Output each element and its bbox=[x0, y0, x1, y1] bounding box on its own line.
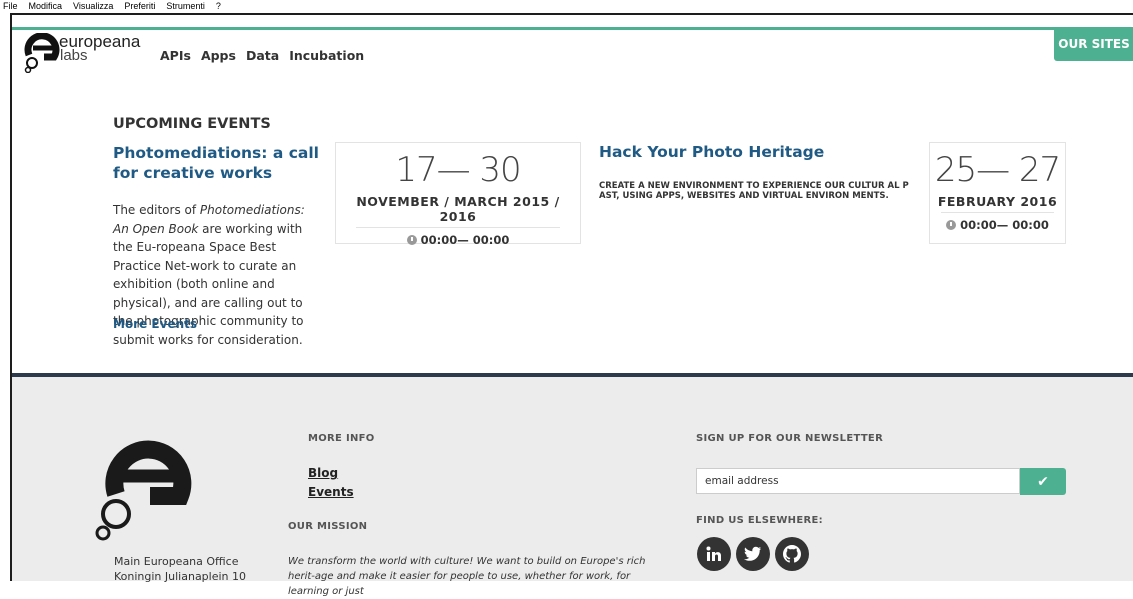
main-nav: APIs Apps Data Incubation bbox=[160, 48, 364, 63]
event1-title[interactable]: Photomediations: a call for creative wor… bbox=[113, 143, 328, 183]
event2-date-range: 25— 27 bbox=[934, 150, 1061, 190]
newsletter-heading: SIGN UP FOR OUR NEWSLETTER bbox=[696, 433, 884, 444]
office-line1: Main Europeana Office bbox=[114, 555, 239, 568]
mission-text: We transform the world with culture! We … bbox=[288, 556, 646, 597]
mission-heading: OUR MISSION bbox=[288, 521, 368, 532]
site-header: europeana labs APIs Apps Data Incubation… bbox=[12, 27, 1133, 80]
linkedin-icon[interactable] bbox=[697, 537, 731, 571]
browser-menubar: File Modifica Visualizza Preferiti Strum… bbox=[0, 0, 1133, 13]
event2-description: CREATE A NEW ENVIRONMENT TO EXPERIENCE O… bbox=[599, 181, 909, 201]
event1-months: NOVEMBER / MARCH 2015 / 2016 bbox=[356, 194, 560, 224]
event2-title[interactable]: Hack Your Photo Heritage bbox=[599, 143, 824, 161]
nav-apis[interactable]: APIs bbox=[160, 48, 191, 63]
date-divider bbox=[940, 212, 1055, 213]
event2-months: FEBRUARY 2016 bbox=[937, 194, 1058, 209]
date-divider bbox=[355, 227, 561, 228]
nav-apps[interactable]: Apps bbox=[201, 48, 236, 63]
event1-time-text: 00:00— 00:00 bbox=[420, 233, 510, 247]
clock-icon bbox=[406, 235, 417, 245]
office-line2: Koningin Julianaplein 10 bbox=[114, 570, 247, 583]
more-events-link[interactable]: More Events bbox=[113, 317, 197, 331]
twitter-icon[interactable] bbox=[736, 537, 770, 571]
nav-incubation[interactable]: Incubation bbox=[289, 48, 364, 63]
elsewhere-heading: FIND US ELSEWHERE: bbox=[696, 515, 823, 526]
clock-icon bbox=[946, 220, 957, 230]
github-icon[interactable] bbox=[775, 537, 809, 571]
site-footer: Main Europeana Office Koningin Julianapl… bbox=[12, 377, 1133, 597]
event1-date-box: 17— 30 NOVEMBER / MARCH 2015 / 2016 00:0… bbox=[335, 142, 581, 247]
our-sites-button[interactable]: OUR SITES bbox=[1054, 27, 1133, 61]
event2-date-box: 25— 27 FEBRUARY 2016 00:00— 00:00 bbox=[929, 142, 1066, 244]
event1-body-prefix: The editors of bbox=[113, 203, 200, 217]
menu-modifica[interactable]: Modifica bbox=[29, 0, 63, 13]
section-title: UPCOMING EVENTS bbox=[113, 116, 271, 132]
event2-time: 00:00— 00:00 bbox=[930, 218, 1065, 232]
brand-subname[interactable]: labs bbox=[60, 48, 88, 64]
more-info-heading: MORE INFO bbox=[308, 433, 375, 444]
footer-link-events[interactable]: Events bbox=[308, 485, 354, 499]
event1-date-range: 17— 30 bbox=[395, 150, 521, 190]
menu-file[interactable]: File bbox=[3, 0, 18, 13]
menu-visualizza[interactable]: Visualizza bbox=[73, 0, 113, 13]
checkmark-icon: ✔ bbox=[1037, 473, 1049, 490]
menu-strumenti[interactable]: Strumenti bbox=[166, 0, 205, 13]
europeana-footer-logo-icon[interactable] bbox=[94, 432, 194, 542]
newsletter-submit-button[interactable]: ✔ bbox=[1020, 468, 1066, 495]
events-section: UPCOMING EVENTS Photomediations: a call … bbox=[12, 80, 1133, 373]
menu-help[interactable]: ? bbox=[216, 0, 221, 13]
menu-preferiti[interactable]: Preferiti bbox=[124, 0, 155, 13]
office-address: Main Europeana Office Koningin Julianapl… bbox=[114, 554, 246, 584]
nav-data[interactable]: Data bbox=[246, 48, 279, 63]
event2-time-text: 00:00— 00:00 bbox=[960, 218, 1049, 232]
email-field[interactable]: email address bbox=[696, 468, 1020, 494]
footer-link-blog[interactable]: Blog bbox=[308, 466, 338, 480]
event1-time: 00:00— 00:00 bbox=[336, 233, 580, 247]
